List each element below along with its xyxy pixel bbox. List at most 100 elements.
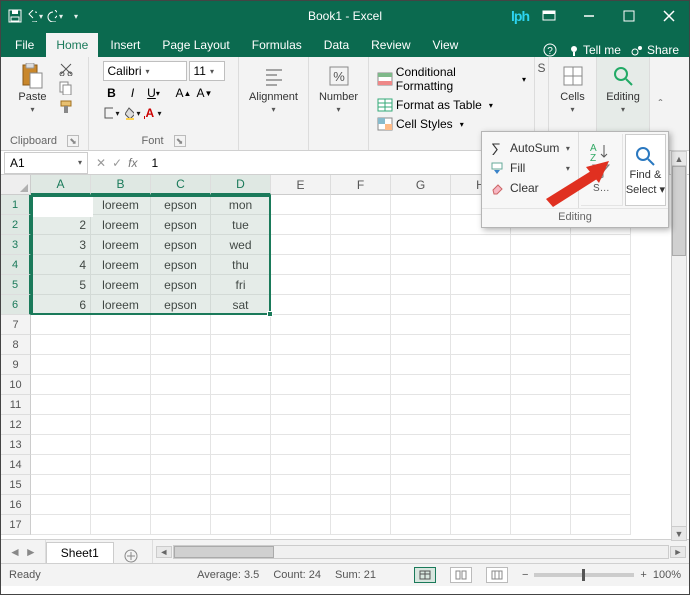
cell-H4[interactable] (451, 255, 511, 275)
cell-D1[interactable]: mon (211, 195, 271, 215)
cell-D17[interactable] (211, 515, 271, 535)
enter-formula-icon[interactable]: ✓ (112, 156, 122, 170)
col-header-B[interactable]: B (91, 175, 151, 195)
cell-I4[interactable] (511, 255, 571, 275)
cell-F3[interactable] (331, 235, 391, 255)
tab-file[interactable]: File (5, 33, 44, 57)
cell-A7[interactable] (31, 315, 91, 335)
cell-F10[interactable] (331, 375, 391, 395)
fill-button[interactable]: Fill▾ (486, 158, 574, 178)
cell-A17[interactable] (31, 515, 91, 535)
cell-D10[interactable] (211, 375, 271, 395)
font-name-combo[interactable]: Calibri▾ (103, 61, 187, 81)
cell-A1[interactable]: 1 (31, 195, 91, 215)
row-header-13[interactable]: 13 (1, 435, 31, 455)
cell-F14[interactable] (331, 455, 391, 475)
cell-E10[interactable] (271, 375, 331, 395)
cell-H17[interactable] (451, 515, 511, 535)
cell-B8[interactable] (91, 335, 151, 355)
cell-J14[interactable] (571, 455, 631, 475)
ribbon-display-button[interactable] (529, 1, 569, 31)
tab-insert[interactable]: Insert (100, 33, 150, 57)
cell-H10[interactable] (451, 375, 511, 395)
name-box[interactable]: A1▾ (4, 152, 88, 174)
scroll-left-icon[interactable]: ◄ (156, 546, 172, 558)
cell-E7[interactable] (271, 315, 331, 335)
cell-I5[interactable] (511, 275, 571, 295)
cell-G14[interactable] (391, 455, 451, 475)
underline-button[interactable]: U▾ (145, 85, 163, 101)
cell-B9[interactable] (91, 355, 151, 375)
cell-H7[interactable] (451, 315, 511, 335)
cell-C9[interactable] (151, 355, 211, 375)
zoom-level[interactable]: 100% (653, 569, 681, 581)
row-header-11[interactable]: 11 (1, 395, 31, 415)
row-header-4[interactable]: 4 (1, 255, 31, 275)
cell-F16[interactable] (331, 495, 391, 515)
row-header-5[interactable]: 5 (1, 275, 31, 295)
tab-view[interactable]: View (423, 33, 469, 57)
new-sheet-button[interactable] (120, 549, 142, 563)
cell-D13[interactable] (211, 435, 271, 455)
cell-J8[interactable] (571, 335, 631, 355)
cell-G10[interactable] (391, 375, 451, 395)
cell-J9[interactable] (571, 355, 631, 375)
cell-C17[interactable] (151, 515, 211, 535)
cell-G6[interactable] (391, 295, 451, 315)
cell-B11[interactable] (91, 395, 151, 415)
row-header-16[interactable]: 16 (1, 495, 31, 515)
vscroll-thumb[interactable] (672, 166, 686, 256)
cell-D15[interactable] (211, 475, 271, 495)
font-size-combo[interactable]: 11▾ (189, 61, 225, 81)
cell-D12[interactable] (211, 415, 271, 435)
cell-C14[interactable] (151, 455, 211, 475)
qat-customize-icon[interactable] (67, 8, 83, 24)
cell-H14[interactable] (451, 455, 511, 475)
save-icon[interactable] (7, 8, 23, 24)
tab-home[interactable]: Home (46, 33, 98, 57)
cell-J12[interactable] (571, 415, 631, 435)
number-button[interactable]: % Number▾ (315, 61, 362, 116)
cell-I13[interactable] (511, 435, 571, 455)
cell-J10[interactable] (571, 375, 631, 395)
cell-E8[interactable] (271, 335, 331, 355)
cell-F1[interactable] (331, 195, 391, 215)
zoom-slider[interactable] (534, 573, 634, 577)
cell-F11[interactable] (331, 395, 391, 415)
cell-F13[interactable] (331, 435, 391, 455)
cell-G12[interactable] (391, 415, 451, 435)
cell-D16[interactable] (211, 495, 271, 515)
clear-button[interactable]: Clear▾ (486, 178, 574, 198)
tab-page-layout[interactable]: Page Layout (152, 33, 239, 57)
sheet-tab-sheet1[interactable]: Sheet1 (46, 542, 114, 563)
fill-color-button[interactable] (124, 105, 142, 121)
cell-J17[interactable] (571, 515, 631, 535)
cell-E9[interactable] (271, 355, 331, 375)
cell-B4[interactable]: loreem (91, 255, 151, 275)
cell-C10[interactable] (151, 375, 211, 395)
cell-G13[interactable] (391, 435, 451, 455)
cell-F9[interactable] (331, 355, 391, 375)
cell-B7[interactable] (91, 315, 151, 335)
cancel-formula-icon[interactable]: ✕ (96, 156, 106, 170)
cell-H8[interactable] (451, 335, 511, 355)
cell-E15[interactable] (271, 475, 331, 495)
cell-D6[interactable]: sat (211, 295, 271, 315)
cell-F2[interactable] (331, 215, 391, 235)
cell-C1[interactable]: epson (151, 195, 211, 215)
zoom-out-button[interactable]: − (522, 569, 528, 581)
cell-B10[interactable] (91, 375, 151, 395)
row-header-10[interactable]: 10 (1, 375, 31, 395)
cell-B2[interactable]: loreem (91, 215, 151, 235)
cell-A4[interactable]: 4 (31, 255, 91, 275)
cell-G7[interactable] (391, 315, 451, 335)
cell-G11[interactable] (391, 395, 451, 415)
cell-E1[interactable] (271, 195, 331, 215)
format-as-table-button[interactable]: Format as Table▾ (377, 98, 526, 112)
row-header-6[interactable]: 6 (1, 295, 31, 315)
find-select-button[interactable]: Find & Select ▾ (625, 134, 666, 206)
zoom-control[interactable]: − + 100% (522, 569, 681, 581)
italic-button[interactable]: I (124, 85, 142, 101)
cell-B13[interactable] (91, 435, 151, 455)
row-header-2[interactable]: 2 (1, 215, 31, 235)
